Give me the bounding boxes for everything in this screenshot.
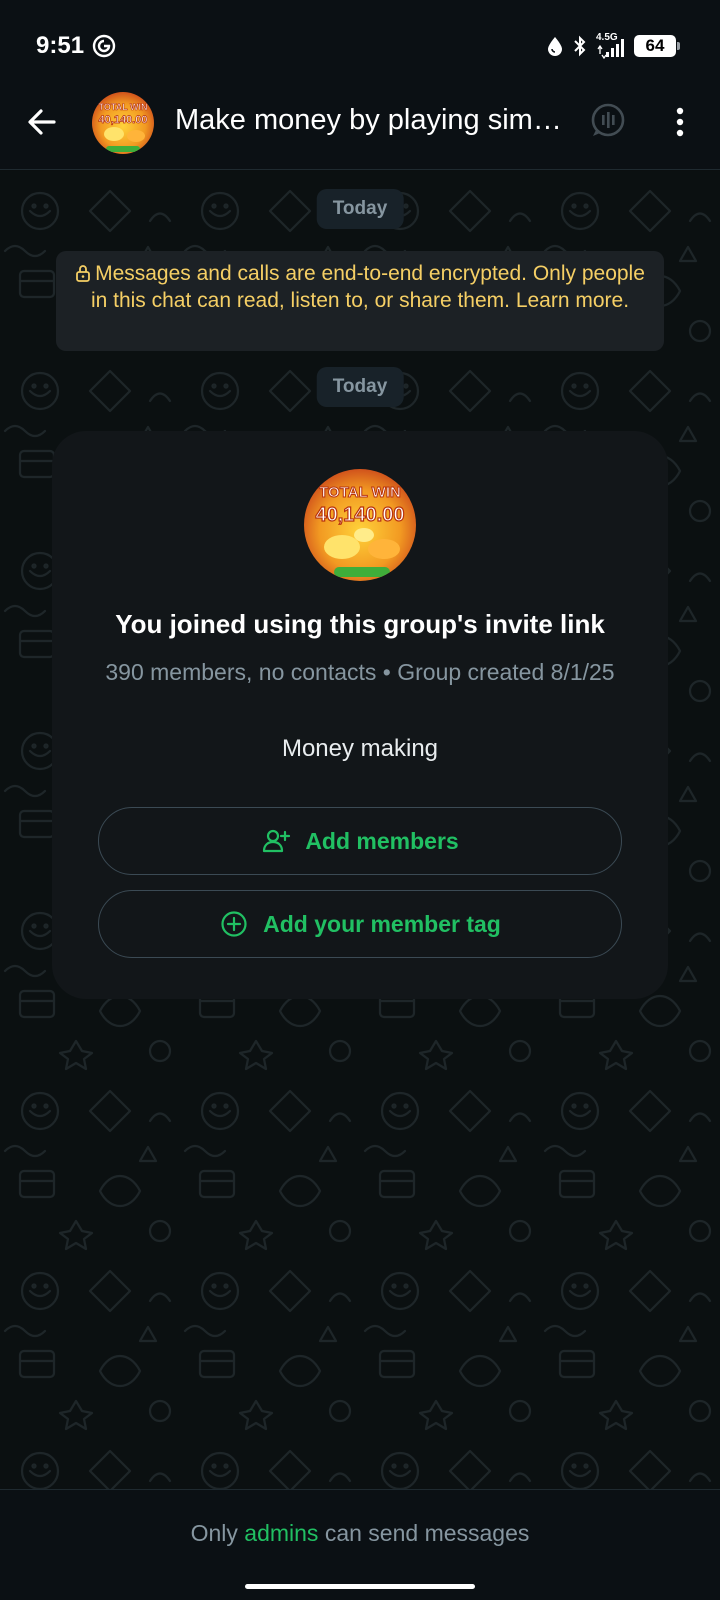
add-member-tag-label: Add your member tag — [263, 910, 501, 937]
home-indicator[interactable] — [245, 1584, 475, 1589]
group-avatar-large[interactable]: TOTAL WIN 40,140.00 — [304, 469, 416, 581]
date-chip: Today — [316, 189, 404, 229]
battery-icon: 64 — [634, 35, 680, 57]
avatar-text-1: TOTAL WIN — [319, 484, 401, 501]
chat-area[interactable]: Today Messages and calls are end-to-end … — [0, 171, 720, 1489]
more-vert-icon[interactable] — [660, 102, 700, 142]
admins-only-notice: Only admins can send messages — [0, 1520, 720, 1547]
status-icons: 4.5G 64 — [546, 32, 680, 60]
group-meta: 390 members, no contacts • Group created… — [105, 659, 615, 685]
avatar-text-1: TOTAL WIN — [99, 102, 148, 112]
avatar-text-2: 40,140.00 — [99, 114, 148, 126]
group-info-card: TOTAL WIN 40,140.00 You joined using thi… — [52, 431, 668, 999]
group-avatar[interactable]: TOTAL WIN 40,140.00 — [92, 92, 154, 154]
status-time: 9:51 — [36, 32, 85, 59]
group-description: Money making — [281, 735, 439, 762]
bluetooth-icon — [574, 35, 586, 57]
avatar-text-2: 40,140.00 — [316, 504, 405, 526]
lock-icon — [76, 265, 90, 282]
encryption-notice-text: Messages and calls are end-to-end encryp… — [90, 262, 645, 312]
card-heading: You joined using this group's invite lin… — [115, 609, 605, 639]
signal-icon: 4.5G — [596, 33, 626, 59]
add-members-button[interactable]: Add members — [98, 807, 622, 875]
notice-suffix: can send messages — [324, 1520, 530, 1546]
add-members-label: Add members — [305, 827, 459, 854]
admins-link[interactable]: admins — [244, 1520, 318, 1546]
water-drop-icon — [548, 37, 562, 56]
add-circle-icon — [221, 911, 247, 937]
chat-title[interactable]: Make money by playing sim… — [175, 104, 565, 137]
date-chip: Today — [316, 367, 404, 407]
add-person-icon — [263, 829, 291, 853]
back-arrow-icon[interactable] — [22, 102, 62, 142]
notice-prefix: Only — [190, 1520, 238, 1546]
chat-header: TOTAL WIN 40,140.00 Make money by playin… — [0, 84, 720, 170]
bottom-bar: Only admins can send messages — [0, 1489, 720, 1600]
add-member-tag-button[interactable]: Add your member tag — [98, 890, 622, 958]
g-icon — [92, 34, 116, 58]
voice-chat-icon[interactable] — [588, 100, 628, 140]
encryption-notice[interactable]: Messages and calls are end-to-end encryp… — [56, 251, 664, 351]
status-bar: 9:51 4.5G 64 — [0, 0, 720, 84]
